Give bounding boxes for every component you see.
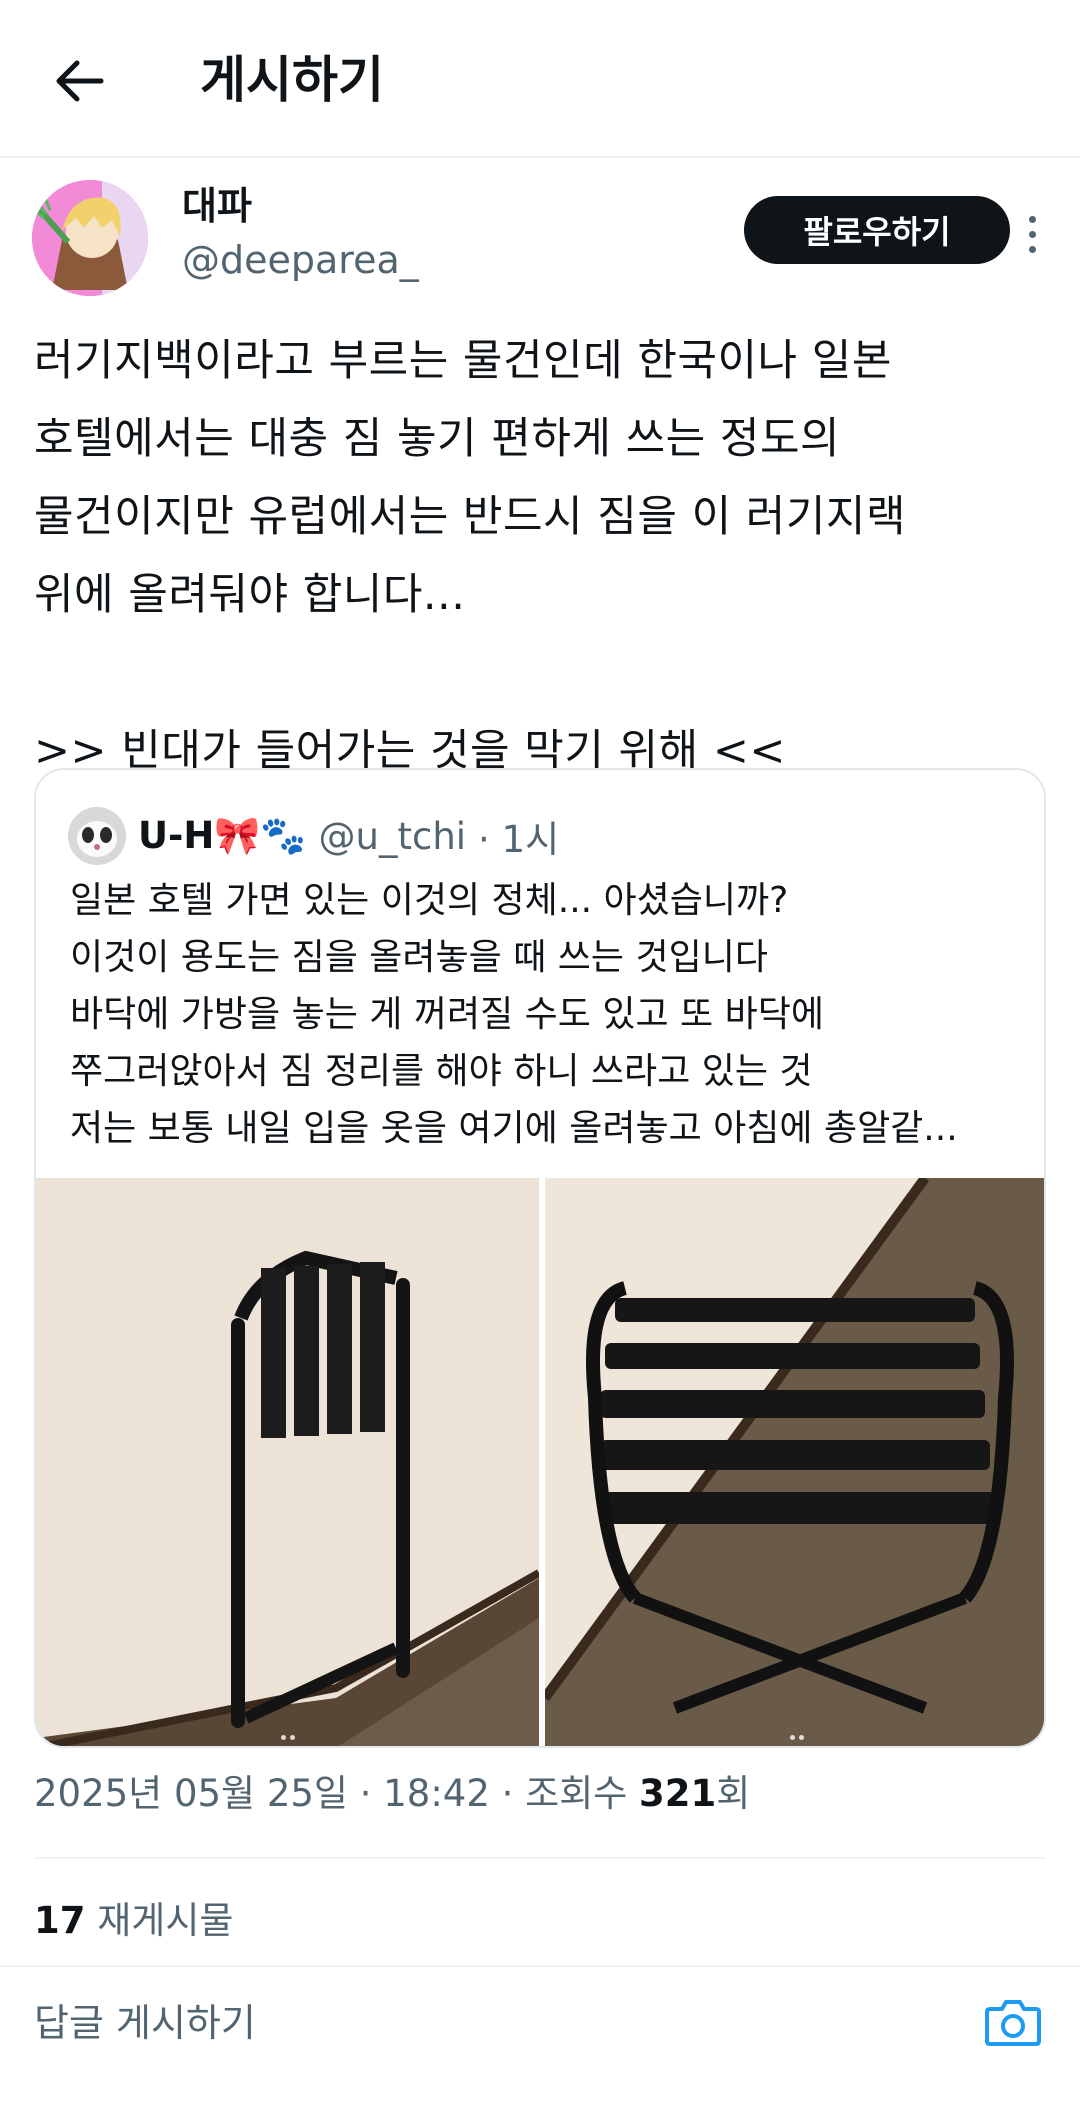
reply-bar: 답글 게시하기: [0, 1965, 1080, 2083]
quoted-post[interactable]: U-H🎀🐾 @u_tchi · 1시 일본 호텔 가면 있는 이것의 정체...…: [34, 768, 1046, 1748]
repost-count[interactable]: 17 재게시물: [34, 1895, 233, 1947]
page-title: 게시하기: [200, 51, 384, 109]
view-count: 321: [639, 1772, 717, 1815]
top-bar: 게시하기: [0, 0, 1080, 158]
divider: [34, 1857, 1046, 1859]
post-author: 대파 @deeparea_ 팔로우하기: [32, 178, 1048, 298]
quoted-author-name: U-H🎀🐾: [138, 814, 307, 857]
quoted-text: 일본 호텔 가면 있는 이것의 정체... 아셨습니까? 이것이 용도는 짐을 …: [70, 880, 958, 1149]
post-date-time: 2025년 05월 25일 · 18:42 · 조회수: [34, 1772, 640, 1815]
more-options-icon[interactable]: [1012, 204, 1052, 264]
arrow-left-icon: [56, 60, 104, 102]
quoted-time: · 1시: [478, 818, 560, 861]
camera-button[interactable]: [980, 1989, 1046, 2055]
repost-number: 17: [34, 1899, 86, 1942]
follow-button[interactable]: 팔로우하기: [744, 196, 1010, 264]
luggage-rack-folded-image[interactable]: [36, 1178, 539, 1746]
quoted-avatar: [68, 807, 126, 865]
quoted-author-handle: @u_tchi: [318, 814, 467, 858]
post-text: 러기지백이라고 부르는 물건인데 한국이나 일본 호텔에서는 대충 짐 놓기 편…: [34, 336, 907, 776]
post-meta: 2025년 05월 25일 · 18:42 · 조회수 321회: [34, 1768, 750, 1820]
luggage-rack-open-image[interactable]: [545, 1178, 1044, 1746]
camera-icon: [985, 2000, 1041, 2046]
reply-input[interactable]: 답글 게시하기: [34, 1997, 256, 2049]
repost-label: 재게시물: [85, 1899, 234, 1942]
view-suffix: 회: [716, 1772, 751, 1815]
avatar[interactable]: [32, 180, 148, 296]
quoted-post-header: U-H🎀🐾 @u_tchi · 1시: [68, 806, 559, 866]
quoted-media: [36, 1178, 1044, 1746]
back-button[interactable]: [40, 46, 120, 116]
author-handle[interactable]: @deeparea_: [182, 236, 419, 284]
author-display-name[interactable]: 대파: [182, 182, 252, 230]
